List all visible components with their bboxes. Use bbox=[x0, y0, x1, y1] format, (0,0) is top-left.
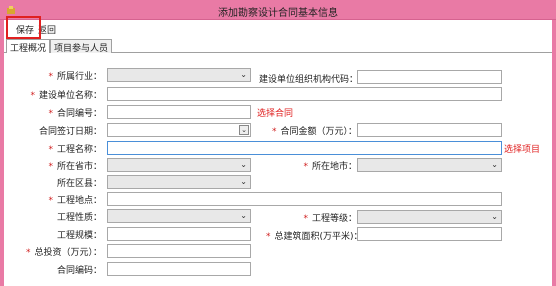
chevron-down-icon: ⌄ bbox=[240, 70, 247, 79]
window-title: 添加勘察设计合同基本信息 bbox=[218, 8, 338, 19]
select-contract-link[interactable]: 选择合同 bbox=[257, 106, 293, 119]
sign-date-picker[interactable]: ⌄ bbox=[107, 123, 251, 137]
tab-project-personnel[interactable]: 项目参与人员 bbox=[50, 39, 113, 54]
province-label: * 所在省市： bbox=[48, 162, 102, 172]
contract-no-label: * 合同编号： bbox=[48, 109, 102, 119]
contract-no-input[interactable] bbox=[107, 105, 251, 119]
chevron-down-icon: ⌄ bbox=[491, 212, 498, 221]
province-select[interactable]: ⌄ bbox=[107, 158, 251, 172]
sign-date-label: 合同签订日期： bbox=[38, 127, 102, 137]
nature-select[interactable]: ⌄ bbox=[107, 209, 251, 223]
contract-code-input[interactable] bbox=[107, 262, 251, 276]
scale-label: 工程规模： bbox=[56, 231, 102, 241]
grade-label: * 工程等级： bbox=[303, 214, 357, 224]
unit-name-input[interactable] bbox=[107, 87, 502, 101]
project-name-input[interactable] bbox=[107, 141, 502, 155]
amount-label: * 合同金额（万元）： bbox=[271, 127, 357, 137]
investment-label: * 总投资（万元）： bbox=[25, 248, 102, 258]
area-input[interactable] bbox=[357, 227, 502, 241]
window-titlebar: 添加勘察设计合同基本信息 bbox=[0, 0, 556, 20]
chevron-down-icon: ⌄ bbox=[491, 160, 498, 169]
scale-input[interactable] bbox=[107, 227, 251, 241]
investment-input[interactable] bbox=[107, 244, 251, 258]
industry-label: * 所属行业： bbox=[48, 72, 102, 82]
chevron-down-icon[interactable]: ⌄ bbox=[239, 125, 249, 135]
chevron-down-icon: ⌄ bbox=[240, 211, 247, 220]
industry-select[interactable]: ⌄ bbox=[107, 68, 251, 82]
project-name-label: * 工程名称： bbox=[48, 145, 102, 155]
location-input[interactable] bbox=[107, 192, 502, 206]
toolbar: 保存 返回 bbox=[4, 20, 552, 38]
location-label: * 工程地点： bbox=[48, 196, 102, 206]
district-select[interactable]: ⌄ bbox=[107, 175, 251, 189]
grade-select[interactable]: ⌄ bbox=[357, 210, 502, 224]
unit-name-label: * 建设单位名称： bbox=[30, 91, 102, 101]
tab-bar: 工程概况 项目参与人员 bbox=[4, 39, 552, 54]
nature-label: 工程性质： bbox=[56, 213, 102, 223]
area-label: * 总建筑面积(万平米)： bbox=[266, 232, 363, 242]
chevron-down-icon: ⌄ bbox=[240, 160, 247, 169]
city-label: * 所在地市： bbox=[303, 162, 357, 172]
tab-project-overview[interactable]: 工程概况 bbox=[6, 39, 51, 54]
select-project-link[interactable]: 选择项目 bbox=[504, 142, 540, 155]
org-code-input[interactable] bbox=[357, 70, 502, 84]
district-label: 所在区县： bbox=[56, 179, 102, 189]
chevron-down-icon: ⌄ bbox=[240, 177, 247, 186]
contract-code-label: 合同编码： bbox=[56, 266, 102, 276]
save-highlight-box bbox=[6, 16, 41, 39]
org-code-label: 建设单位组织机构代码： bbox=[259, 75, 359, 85]
form-panel: * 所属行业： ⌄ 建设单位组织机构代码： * 建设单位名称： * 合同编号： 选择合… bbox=[4, 53, 552, 286]
amount-input[interactable] bbox=[357, 123, 502, 137]
city-select[interactable]: ⌄ bbox=[357, 158, 502, 172]
